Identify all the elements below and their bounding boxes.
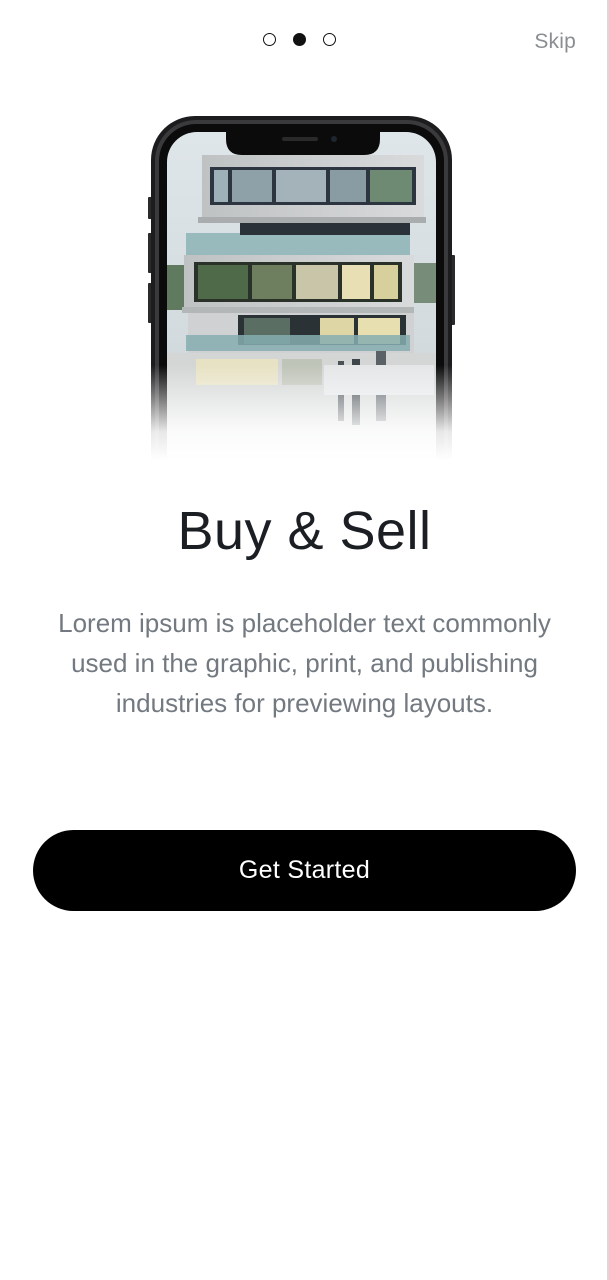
skip-button[interactable]: Skip (534, 30, 576, 54)
onboarding-title: Buy & Sell (177, 501, 432, 561)
page-dot-1[interactable] (263, 33, 276, 46)
phone-fade-overlay (148, 365, 455, 460)
get-started-button[interactable]: Get Started (33, 830, 576, 911)
page-dot-2-active[interactable] (293, 33, 306, 46)
page-dot-3[interactable] (323, 33, 336, 46)
onboarding-description: Lorem ipsum is placeholder text commonly… (58, 608, 551, 718)
page-indicator (263, 33, 336, 46)
hero-phone-image (148, 115, 455, 460)
